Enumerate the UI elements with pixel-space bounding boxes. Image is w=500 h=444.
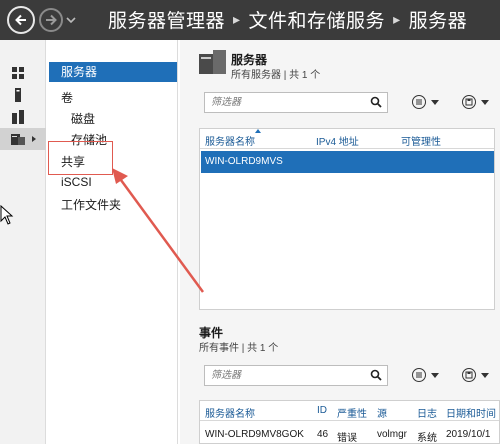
chevron-down-icon [481, 99, 489, 105]
breadcrumb-item[interactable]: 服务器管理器 [108, 6, 225, 33]
filter-placeholder: 筛选器 [211, 370, 241, 381]
forward-button[interactable] [39, 8, 63, 32]
save-icon [462, 368, 476, 382]
breadcrumb-separator: ▸ [393, 11, 401, 27]
servers-grid: 服务器名称 IPv4 地址 可管理性 WIN-OLRD9MVS [199, 128, 495, 310]
column-header[interactable]: 服务器名称 [205, 133, 255, 148]
nav-item-volumes[interactable]: 卷 [61, 89, 73, 106]
file-storage-icon [11, 134, 25, 145]
event-severity-cell: 错误 [337, 433, 357, 444]
sort-ascending-icon [255, 129, 261, 133]
nav-item-iscsi[interactable]: iSCSI [61, 175, 92, 189]
dashboard-icon [12, 67, 24, 79]
arrow-left-icon [15, 14, 26, 26]
breadcrumb-separator: ▸ [233, 11, 241, 27]
dashboard-rail-item[interactable] [0, 62, 46, 84]
column-header[interactable]: 严重性 [337, 405, 367, 420]
server-icon [15, 88, 21, 102]
chevron-right-icon [32, 136, 36, 142]
local-server-rail-item[interactable] [0, 84, 46, 106]
nav-item-work-folders[interactable]: 工作文件夹 [61, 196, 121, 213]
file-storage-rail-item[interactable] [0, 128, 46, 150]
save-icon [462, 95, 476, 109]
event-log-cell: 系统 [417, 433, 437, 444]
all-servers-rail-item[interactable] [0, 106, 46, 128]
servers-section-subtitle: 所有服务器 | 共 1 个 [231, 70, 321, 81]
servers-icon [12, 110, 24, 124]
event-source-cell: volmgr [377, 429, 408, 440]
navigation-pane: 服务器 卷 磁盘 存储池 共享 iSCSI 工作文件夹 [47, 40, 178, 444]
list-options-icon [412, 95, 426, 109]
grid-header: 服务器名称 ID 严重性 源 日志 日期和时间 [200, 401, 499, 421]
arrow-right-icon [46, 14, 57, 26]
search-icon[interactable] [370, 369, 382, 381]
chevron-down-icon [431, 372, 439, 378]
breadcrumb: 服务器管理器 ▸ 文件和存储服务 ▸ 服务器 [108, 6, 467, 33]
event-datetime-cell: 2019/10/1 [446, 429, 491, 440]
column-header[interactable]: 服务器名称 [205, 405, 255, 420]
server-name-cell: WIN-OLRD9MVS [205, 156, 283, 167]
events-grid: 服务器名称 ID 严重性 源 日志 日期和时间 WIN-OLRD9MV8GOK … [199, 400, 500, 444]
column-header[interactable]: 日期和时间 [446, 405, 496, 420]
column-header[interactable]: 日志 [417, 405, 437, 420]
filter-placeholder: 筛选器 [211, 97, 241, 108]
chevron-down-icon [431, 99, 439, 105]
servers-save-options[interactable] [462, 95, 489, 109]
events-section-subtitle: 所有事件 | 共 1 个 [199, 343, 279, 354]
column-header[interactable]: ID [317, 405, 327, 416]
icon-rail [0, 40, 46, 444]
breadcrumb-item[interactable]: 服务器 [409, 6, 468, 33]
breadcrumb-item[interactable]: 文件和存储服务 [249, 6, 386, 33]
list-options-icon [412, 368, 426, 382]
event-id-cell: 46 [317, 429, 329, 440]
event-server-cell: WIN-OLRD9MV8GOK [205, 429, 304, 440]
column-header[interactable]: 源 [377, 405, 387, 420]
events-save-options[interactable] [462, 368, 489, 382]
column-header[interactable]: 可管理性 [401, 133, 441, 148]
chevron-down-icon[interactable] [66, 15, 76, 25]
events-filter-input[interactable]: 筛选器 [204, 365, 388, 386]
servers-section-icon [199, 50, 226, 74]
nav-item-disks[interactable]: 磁盘 [71, 110, 95, 127]
column-header[interactable]: IPv4 地址 [316, 133, 359, 148]
search-icon[interactable] [370, 96, 382, 108]
chevron-down-icon [481, 372, 489, 378]
events-view-options[interactable] [412, 368, 439, 382]
grid-header: 服务器名称 IPv4 地址 可管理性 [200, 129, 494, 149]
servers-filter-input[interactable]: 筛选器 [204, 92, 388, 113]
mouse-cursor-icon [0, 205, 14, 225]
servers-view-options[interactable] [412, 95, 439, 109]
back-button[interactable] [7, 6, 35, 34]
table-row[interactable]: WIN-OLRD9MVS [201, 151, 494, 173]
nav-item-servers[interactable]: 服务器 [49, 62, 177, 82]
annotation-highlight-box [48, 141, 113, 175]
title-bar: 服务器管理器 ▸ 文件和存储服务 ▸ 服务器 [0, 0, 500, 40]
